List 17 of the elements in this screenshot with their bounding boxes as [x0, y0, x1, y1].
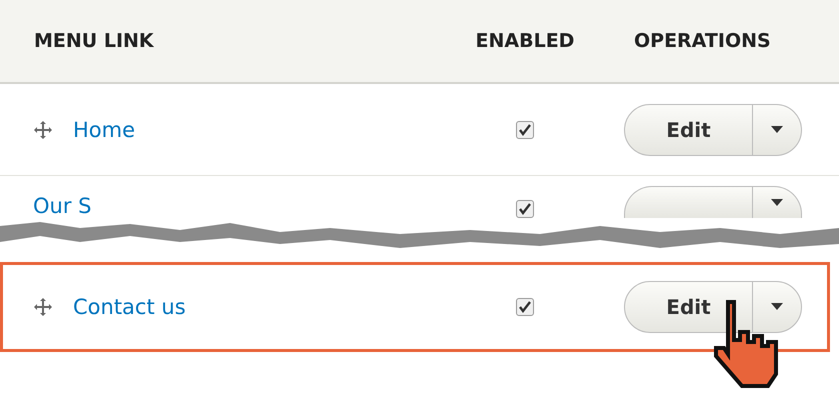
enabled-checkbox[interactable]: [516, 298, 534, 316]
edit-button[interactable]: Edit: [625, 104, 753, 154]
menu-link[interactable]: Home: [73, 118, 136, 142]
split-button[interactable]: Edit: [624, 104, 802, 156]
column-header: OPERATIONS: [610, 0, 839, 84]
drag-handle-icon[interactable]: [33, 296, 53, 316]
menu-link[interactable]: Contact us: [73, 294, 186, 318]
drag-handle-icon[interactable]: [33, 120, 53, 140]
column-header: MENU LINK: [0, 0, 420, 84]
caret-icon[interactable]: [771, 199, 783, 206]
enabled-checkbox[interactable]: [516, 200, 534, 218]
caret-icon[interactable]: [771, 303, 783, 310]
column-header: ENABLED: [420, 0, 610, 84]
caret-icon[interactable]: [771, 126, 783, 133]
menu-link[interactable]: Our S: [33, 194, 92, 218]
split-button[interactable]: Edit: [624, 280, 802, 332]
enabled-checkbox[interactable]: [516, 120, 534, 138]
